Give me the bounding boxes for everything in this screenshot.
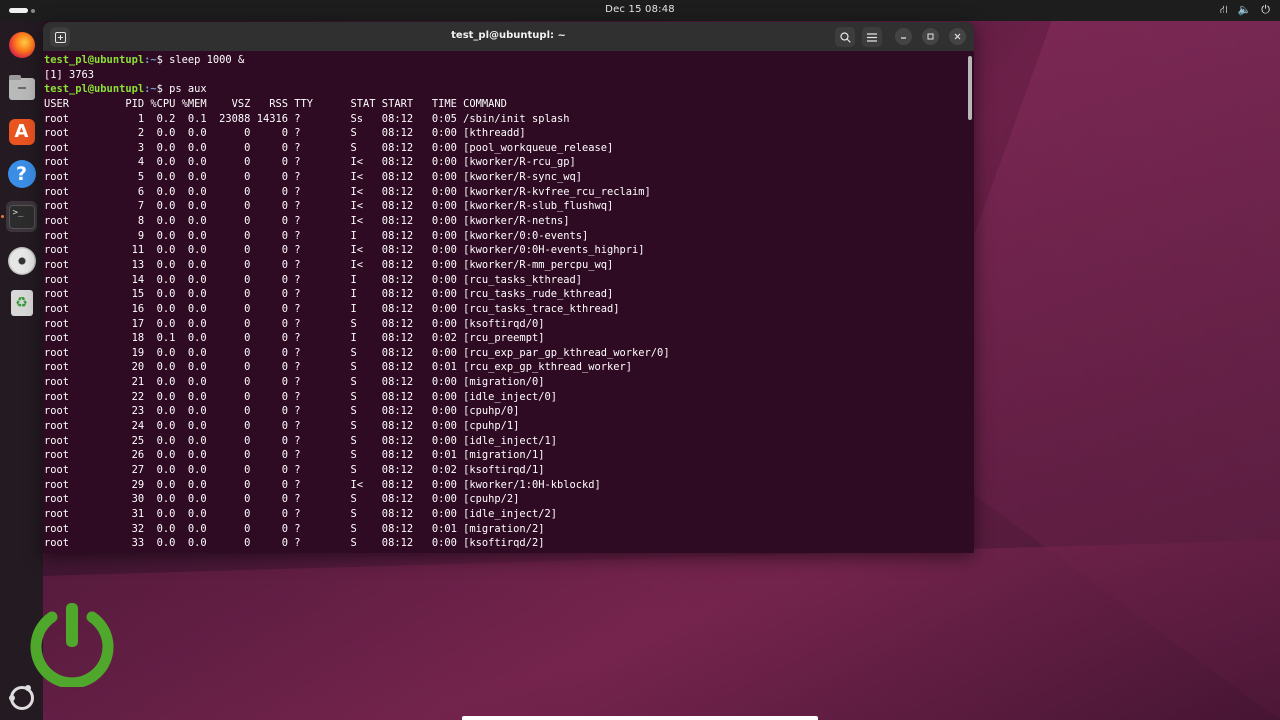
process-row: root 21 0.0 0.0 0 0 ? S 08:12 0:00 [migr… xyxy=(44,376,545,389)
dock-item-app-center[interactable]: A xyxy=(6,116,37,147)
prompt-path: :~ xyxy=(144,54,157,66)
top-bar: Dec 15 08:48 ⛙ 🔈 ⏻ xyxy=(0,0,1280,21)
maximize-button[interactable] xyxy=(922,28,939,45)
maximize-icon xyxy=(927,33,934,40)
power-icon: ⏻ xyxy=(1261,3,1270,16)
process-row: root 4 0.0 0.0 0 0 ? I< 08:12 0:00 [kwor… xyxy=(44,156,576,169)
prompt-user: test_pl@ubuntupl xyxy=(44,54,145,66)
dock-item-disc[interactable] xyxy=(6,245,37,276)
process-row: root 26 0.0 0.0 0 0 ? S 08:12 0:01 [migr… xyxy=(44,449,545,462)
close-icon xyxy=(954,33,961,40)
search-button[interactable] xyxy=(835,27,855,47)
process-row: root 22 0.0 0.0 0 0 ? S 08:12 0:00 [idle… xyxy=(44,390,557,403)
ps-rows: root 1 0.2 0.1 23088 14316 ? Ss 08:12 0:… xyxy=(44,112,968,551)
process-row: root 27 0.0 0.0 0 0 ? S 08:12 0:02 [ksof… xyxy=(44,463,545,476)
process-row: root 8 0.0 0.0 0 0 ? I< 08:12 0:00 [kwor… xyxy=(44,215,570,228)
power-logo xyxy=(30,603,114,687)
trash-icon: ♻ xyxy=(10,289,33,316)
hamburger-icon xyxy=(867,32,877,42)
process-row: root 18 0.1 0.0 0 0 ? I 08:12 0:02 [rcu_… xyxy=(44,332,545,345)
minimize-button[interactable] xyxy=(895,28,912,45)
system-tray[interactable]: ⛙ 🔈 ⏻ xyxy=(1220,3,1270,18)
terminal-window[interactable]: test_pl@ubuntupl: ~ test_pl@ubuntupl:~$ … xyxy=(43,22,974,553)
dock-item-firefox[interactable] xyxy=(6,29,37,60)
process-row: root 11 0.0 0.0 0 0 ? I< 08:12 0:00 [kwo… xyxy=(44,244,645,257)
process-row: root 29 0.0 0.0 0 0 ? I< 08:12 0:00 [kwo… xyxy=(44,478,601,491)
wallpaper-shape xyxy=(40,540,1280,720)
terminal-titlebar[interactable]: test_pl@ubuntupl: ~ xyxy=(43,22,974,51)
disc-icon xyxy=(7,246,36,275)
menu-button[interactable] xyxy=(862,27,882,47)
minimize-icon xyxy=(901,37,906,39)
process-row: root 24 0.0 0.0 0 0 ? S 08:12 0:00 [cpuh… xyxy=(44,420,520,433)
command-text: sleep 1000 & xyxy=(169,54,245,66)
app-center-icon: A xyxy=(8,118,35,145)
dock-item-terminal[interactable]: >_ xyxy=(6,201,37,232)
process-row: root 6 0.0 0.0 0 0 ? I< 08:12 0:00 [kwor… xyxy=(44,185,651,198)
home-indicator xyxy=(462,716,818,720)
prompt-symbol: $ xyxy=(156,83,170,96)
running-indicator xyxy=(1,215,4,218)
volume-icon: 🔈 xyxy=(1237,3,1252,16)
job-output: [1] 3763 xyxy=(44,68,95,81)
terminal-icon: >_ xyxy=(8,204,35,229)
search-icon xyxy=(839,31,851,43)
process-row: root 2 0.0 0.0 0 0 ? S 08:12 0:00 [kthre… xyxy=(44,127,526,140)
clock[interactable]: Dec 15 08:48 xyxy=(0,4,1280,15)
process-row: root 30 0.0 0.0 0 0 ? S 08:12 0:00 [cpuh… xyxy=(44,493,520,506)
process-row: root 15 0.0 0.0 0 0 ? I 08:12 0:00 [rcu_… xyxy=(44,288,614,301)
process-row: root 31 0.0 0.0 0 0 ? S 08:12 0:00 [idle… xyxy=(44,507,557,520)
process-row: root 17 0.0 0.0 0 0 ? S 08:12 0:00 [ksof… xyxy=(44,317,545,330)
prompt-path: :~ xyxy=(144,83,157,96)
process-row: root 9 0.0 0.0 0 0 ? I 08:12 0:00 [kwork… xyxy=(44,229,589,242)
network-icon: ⛙ xyxy=(1219,3,1228,16)
dock-item-files[interactable] xyxy=(6,73,37,104)
show-apps-icon[interactable] xyxy=(9,685,34,710)
firefox-icon xyxy=(8,31,35,58)
process-row: root 14 0.0 0.0 0 0 ? I 08:12 0:00 [rcu_… xyxy=(44,273,582,286)
process-row: root 7 0.0 0.0 0 0 ? I< 08:12 0:00 [kwor… xyxy=(44,200,614,213)
prompt-line: test_pl@ubuntupl:~$ sleep 1000 & xyxy=(44,53,968,68)
process-row: root 1 0.2 0.1 23088 14316 ? Ss 08:12 0:… xyxy=(44,112,570,125)
ps-header: USER PID %CPU %MEM VSZ RSS TTY STAT STAR… xyxy=(44,97,507,110)
process-row: root 23 0.0 0.0 0 0 ? S 08:12 0:00 [cpuh… xyxy=(44,405,520,418)
prompt-symbol: $ xyxy=(156,54,170,66)
process-row: root 33 0.0 0.0 0 0 ? S 08:12 0:00 [ksof… xyxy=(44,537,545,550)
process-row: root 19 0.0 0.0 0 0 ? S 08:12 0:00 [rcu_… xyxy=(44,346,670,359)
dock-item-help[interactable]: ? xyxy=(6,158,37,189)
command-text: ps aux xyxy=(169,83,207,96)
prompt-user: test_pl@ubuntupl xyxy=(44,83,145,96)
process-row: root 3 0.0 0.0 0 0 ? S 08:12 0:00 [pool_… xyxy=(44,141,614,154)
dock-item-trash[interactable]: ♻ xyxy=(6,287,37,318)
process-row: root 16 0.0 0.0 0 0 ? I 08:12 0:00 [rcu_… xyxy=(44,302,620,315)
process-row: root 20 0.0 0.0 0 0 ? S 08:12 0:01 [rcu_… xyxy=(44,361,633,374)
process-row: root 25 0.0 0.0 0 0 ? S 08:12 0:00 [idle… xyxy=(44,434,557,447)
files-icon xyxy=(8,74,35,100)
scrollbar[interactable] xyxy=(968,56,972,120)
close-button[interactable] xyxy=(949,28,966,45)
process-row: root 13 0.0 0.0 0 0 ? I< 08:12 0:00 [kwo… xyxy=(44,258,614,271)
process-row: root 5 0.0 0.0 0 0 ? I< 08:12 0:00 [kwor… xyxy=(44,171,582,184)
prompt-line: test_pl@ubuntupl:~$ ps aux xyxy=(44,82,968,97)
help-icon: ? xyxy=(7,159,36,188)
process-row: root 32 0.0 0.0 0 0 ? S 08:12 0:01 [migr… xyxy=(44,522,545,535)
terminal-output[interactable]: test_pl@ubuntupl:~$ sleep 1000 & [1] 376… xyxy=(43,53,968,553)
